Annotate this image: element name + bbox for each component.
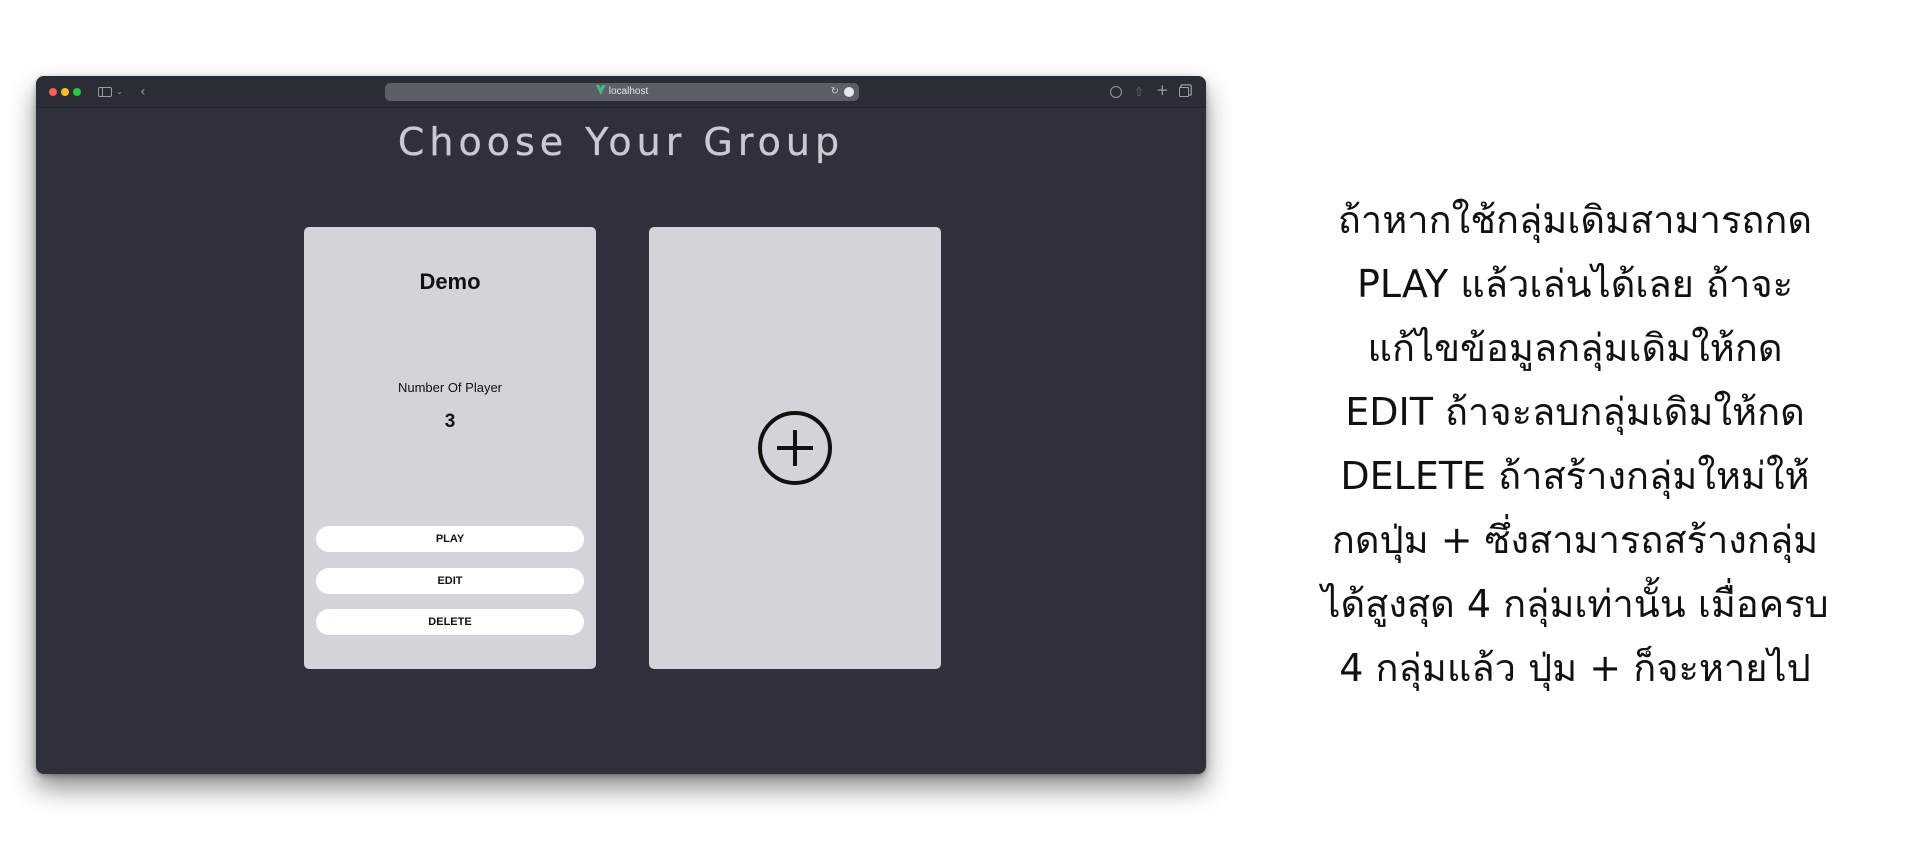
delete-button[interactable]: DELETE [316,609,584,635]
instruction-line: ได้สูงสุด 4 กลุ่มเท่านั้น เมื่อครบ [1321,582,1829,626]
sidebar-icon[interactable] [98,87,112,97]
instruction-line: DELETE ถ้าสร้างกลุ่มใหม่ให้ [1340,454,1810,498]
share-icon[interactable]: ⇧ [1134,84,1144,100]
plus-circle-icon[interactable] [758,411,832,485]
instruction-line: แก้ไขข้อมูลกลุ่มเดิมให้กด [1367,326,1783,370]
instructions-text: ถ้าหากใช้กลุ่มเดิมสามารถกด PLAY แล้วเล่น… [1290,188,1860,700]
instruction-line: กดปุ่ม + ซึ่งสามารถสร้างกลุ่ม [1331,518,1819,562]
players-label: Number Of Player [397,380,503,395]
instruction-line: 4 กลุ่มแล้ว ปุ่ม + ก็จะหายไป [1339,646,1811,690]
players-count: 3 [444,411,456,432]
instruction-line: EDIT ถ้าจะลบกลุ่มเดิมให้กด [1345,390,1805,434]
more-icon[interactable] [844,87,854,97]
zoom-window-button[interactable] [73,88,81,96]
group-name: Demo [419,269,481,294]
group-card: Demo Number Of Player 3 PLAY EDIT DELETE [304,227,596,669]
add-group-card[interactable] [649,227,941,669]
play-button[interactable]: PLAY [316,526,584,552]
minimize-window-button[interactable] [61,88,69,96]
download-icon[interactable] [1110,86,1122,98]
browser-toolbar: ⌄ ‹ localhost ↻ ⇧ + [36,76,1206,108]
instruction-line: ถ้าหากใช้กลุ่มเดิมสามารถกด [1337,198,1813,242]
chevron-down-icon[interactable]: ⌄ [116,82,123,102]
instruction-line: PLAY แล้วเล่นได้เลย ถ้าจะ [1356,262,1794,306]
new-tab-icon[interactable]: + [1156,82,1169,98]
close-window-button[interactable] [49,88,57,96]
address-bar[interactable]: localhost ↻ [385,83,859,101]
reload-icon[interactable]: ↻ [831,83,839,101]
tabs-overview-icon[interactable] [1179,87,1189,97]
back-icon[interactable]: ‹ [140,82,146,102]
edit-button[interactable]: EDIT [316,568,584,594]
browser-window: ⌄ ‹ localhost ↻ ⇧ + Choose Your Group De… [36,76,1206,774]
url-text: localhost [608,86,649,97]
vue-logo-icon [595,85,606,95]
page-title: Choose Your Group [397,120,845,164]
